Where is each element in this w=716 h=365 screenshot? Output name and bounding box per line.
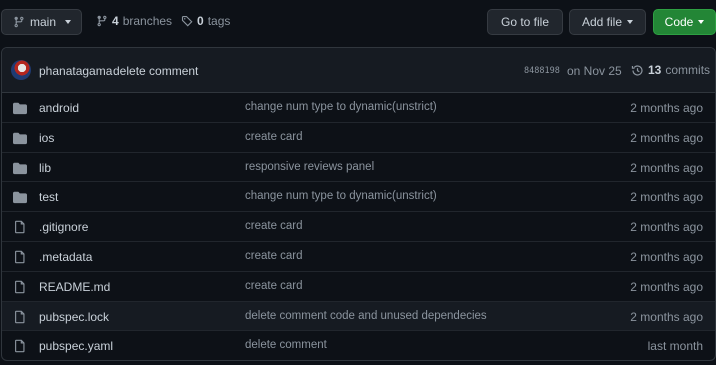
file-commit-age: 2 months ago bbox=[630, 190, 703, 205]
file-commit-age: 2 months ago bbox=[630, 309, 703, 324]
go-to-file-button[interactable]: Go to file bbox=[487, 9, 563, 35]
commit-message[interactable]: delete comment bbox=[113, 64, 198, 78]
branch-name: main bbox=[30, 15, 57, 29]
file-commit-message[interactable]: delete comment code and unused dependeci… bbox=[245, 310, 487, 322]
file-name-link[interactable]: test bbox=[39, 190, 58, 204]
folder-icon bbox=[13, 131, 27, 145]
tag-icon bbox=[181, 15, 193, 27]
file-commit-message[interactable]: create card bbox=[245, 250, 303, 262]
file-icon bbox=[13, 250, 27, 264]
history-icon bbox=[631, 64, 643, 76]
commits-count: 13 bbox=[648, 63, 662, 77]
file-commit-age: last month bbox=[647, 339, 703, 354]
file-commit-age: 2 months ago bbox=[630, 160, 703, 175]
file-commit-message[interactable]: change num type to dynamic(unstrict) bbox=[245, 101, 437, 113]
file-icon bbox=[13, 220, 27, 234]
file-row[interactable]: pubspec.yaml delete comment last month bbox=[2, 331, 715, 360]
file-row[interactable]: .gitignore create card 2 months ago bbox=[2, 212, 715, 242]
commits-link[interactable]: 13 commits bbox=[631, 63, 710, 77]
branches-label: branches bbox=[122, 14, 173, 28]
file-commit-message[interactable]: create card bbox=[245, 280, 303, 292]
file-row[interactable]: lib responsive reviews panel 2 months ago bbox=[2, 153, 715, 183]
commit-author[interactable]: phanatagama bbox=[39, 64, 112, 78]
file-row[interactable]: .metadata create card 2 months ago bbox=[2, 242, 715, 272]
file-row[interactable]: android change num type to dynamic(unstri… bbox=[2, 93, 715, 123]
file-icon bbox=[13, 280, 27, 294]
code-label: Code bbox=[664, 15, 694, 29]
file-commit-age: 2 months ago bbox=[630, 220, 703, 235]
tags-link[interactable]: 0 tags bbox=[181, 14, 230, 28]
tags-count: 0 bbox=[197, 14, 204, 28]
file-commit-message[interactable]: create card bbox=[245, 220, 303, 232]
file-icon bbox=[13, 310, 27, 324]
branch-select-button[interactable]: main bbox=[1, 9, 82, 35]
add-file-button[interactable]: Add file bbox=[569, 9, 646, 35]
folder-icon bbox=[13, 101, 27, 115]
commit-date: on Nov 25 bbox=[567, 64, 622, 78]
file-commit-age: 2 months ago bbox=[630, 249, 703, 264]
code-button[interactable]: Code bbox=[653, 9, 716, 35]
folder-icon bbox=[13, 190, 27, 204]
tags-label: tags bbox=[207, 14, 231, 28]
file-commit-message[interactable]: responsive reviews panel bbox=[245, 161, 374, 173]
author-avatar[interactable] bbox=[11, 60, 31, 80]
file-name-link[interactable]: README.md bbox=[39, 280, 110, 294]
add-file-label: Add file bbox=[581, 15, 623, 29]
folder-icon bbox=[13, 161, 27, 175]
file-name-link[interactable]: ios bbox=[39, 131, 54, 145]
branches-link[interactable]: 4 branches bbox=[96, 14, 172, 28]
file-icon bbox=[13, 339, 27, 353]
file-commit-age: 2 months ago bbox=[630, 130, 703, 145]
commit-sha[interactable]: 8488198 bbox=[524, 66, 560, 76]
chevron-down-icon bbox=[698, 20, 705, 24]
file-row[interactable]: ios create card 2 months ago bbox=[2, 123, 715, 153]
latest-commit-bar: phanatagama delete comment 8488198 on No… bbox=[2, 48, 715, 93]
file-commit-age: 2 months ago bbox=[630, 279, 703, 294]
file-commit-age: 2 months ago bbox=[630, 101, 703, 115]
branch-icon bbox=[14, 16, 24, 28]
file-row[interactable]: test change num type to dynamic(unstrict)… bbox=[2, 182, 715, 213]
file-name-link[interactable]: lib bbox=[39, 161, 51, 175]
commits-label: commits bbox=[665, 63, 711, 77]
file-name-link[interactable]: .gitignore bbox=[39, 220, 88, 234]
file-commit-message[interactable]: create card bbox=[245, 131, 303, 143]
chevron-down-icon bbox=[627, 20, 634, 24]
file-name-link[interactable]: android bbox=[39, 101, 79, 115]
file-commit-message[interactable]: change num type to dynamic(unstrict) bbox=[245, 190, 437, 202]
branch-icon bbox=[97, 15, 107, 27]
file-commit-message[interactable]: delete comment bbox=[245, 339, 327, 351]
file-name-link[interactable]: pubspec.lock bbox=[39, 310, 109, 324]
file-row[interactable]: pubspec.lock delete comment code and unus… bbox=[2, 301, 715, 332]
branches-count: 4 bbox=[112, 14, 119, 28]
file-name-link[interactable]: .metadata bbox=[39, 250, 92, 264]
chevron-down-icon bbox=[65, 20, 72, 24]
repo-toolbar: main 4 branches 0 tags Go to file Add fi… bbox=[0, 0, 716, 42]
file-row[interactable]: README.md create card 2 months ago bbox=[2, 272, 715, 302]
file-name-link[interactable]: pubspec.yaml bbox=[39, 339, 113, 353]
file-browser: phanatagama delete comment 8488198 on No… bbox=[1, 47, 716, 361]
file-list: android change num type to dynamic(unstri… bbox=[2, 93, 715, 360]
